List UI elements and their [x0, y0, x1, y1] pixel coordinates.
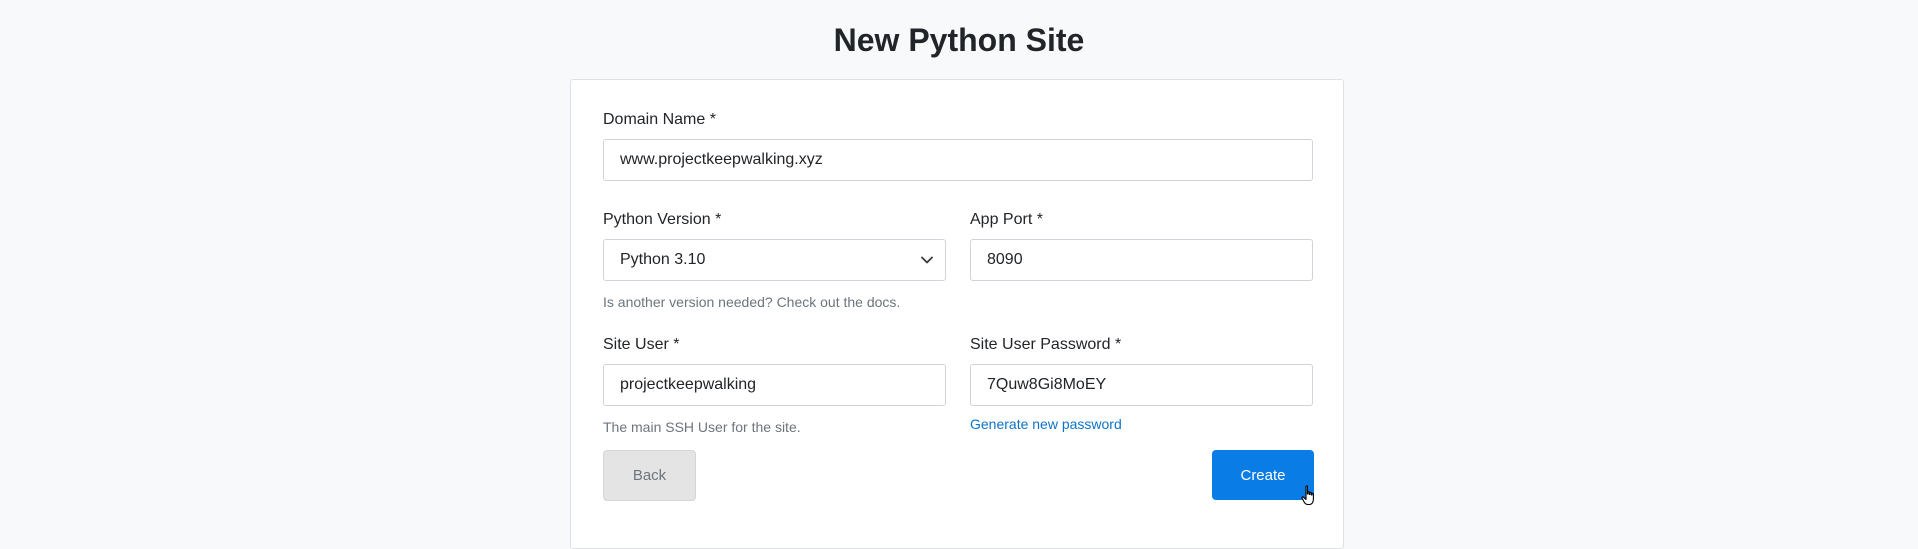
hand-pointer-cursor-icon	[1301, 485, 1314, 506]
python-version-label: Python Version *	[603, 211, 722, 228]
app-port-group: App Port * 8090	[970, 210, 1313, 285]
back-button[interactable]: Back	[603, 450, 696, 501]
site-user-label: Site User *	[603, 336, 680, 353]
chevron-down-icon	[921, 256, 933, 264]
python-version-select[interactable]: Python 3.10	[603, 239, 946, 281]
app-port-input[interactable]: 8090	[970, 239, 1313, 281]
python-version-help: Is another version needed? Check out the…	[603, 294, 901, 310]
site-user-password-group: Site User Password * 7Quw8Gi8MoEY Genera…	[970, 335, 1313, 445]
site-form-card: Domain Name * www.projectkeepwalking.xyz…	[570, 79, 1344, 549]
app-port-label: App Port *	[970, 211, 1043, 228]
site-user-group: Site User * projectkeepwalking The main …	[603, 335, 946, 445]
create-button[interactable]: Create	[1212, 450, 1314, 500]
domain-name-group: Domain Name * www.projectkeepwalking.xyz	[603, 110, 1313, 185]
domain-name-label: Domain Name *	[603, 111, 716, 128]
site-user-help: The main SSH User for the site.	[603, 419, 801, 435]
python-version-group: Python Version * Python 3.10 Is another …	[603, 210, 946, 320]
python-version-selected-value: Python 3.10	[620, 251, 706, 268]
site-user-input[interactable]: projectkeepwalking	[603, 364, 946, 406]
generate-password-link[interactable]: Generate new password	[970, 415, 1122, 433]
domain-name-input[interactable]: www.projectkeepwalking.xyz	[603, 139, 1313, 181]
page-title: New Python Site	[833, 22, 1085, 58]
site-user-password-input[interactable]: 7Quw8Gi8MoEY	[970, 364, 1313, 406]
site-user-password-label: Site User Password *	[970, 336, 1122, 353]
